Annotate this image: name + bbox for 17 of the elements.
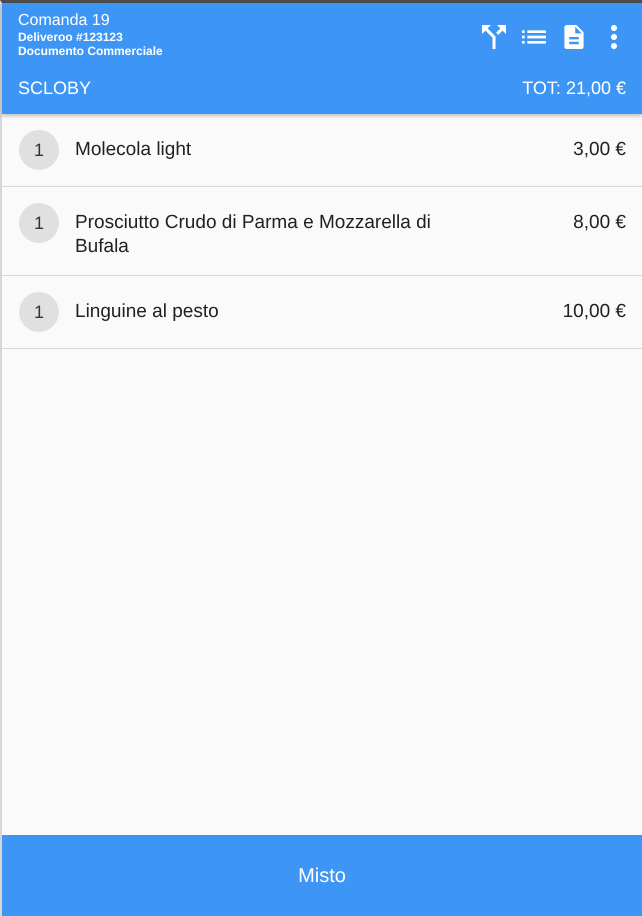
item-name: Molecola light xyxy=(75,138,192,162)
shop-name: SCLOBY xyxy=(18,77,92,100)
quantity-badge: 1 xyxy=(19,292,59,332)
split-icon[interactable] xyxy=(482,25,506,49)
order-total: TOT: 21,00 € xyxy=(522,77,626,100)
order-title: Comanda 19 xyxy=(18,12,111,30)
item-name: Prosciutto Crudo di Parma e Mozzarella di Bufala xyxy=(75,211,432,259)
quantity-badge: 1 xyxy=(19,203,59,243)
order-source: Deliveroo #123123 xyxy=(18,30,124,44)
item-price: 10,00 € xyxy=(562,300,626,324)
item-price: 3,00 € xyxy=(573,138,626,162)
item-price: 8,00 € xyxy=(573,211,626,235)
document-type: Documento Commerciale xyxy=(18,44,163,58)
document-icon[interactable] xyxy=(562,25,586,49)
item-name: Linguine al pesto xyxy=(75,300,219,324)
quantity-badge: 1 xyxy=(19,130,59,170)
payment-button[interactable]: Misto xyxy=(2,835,642,916)
